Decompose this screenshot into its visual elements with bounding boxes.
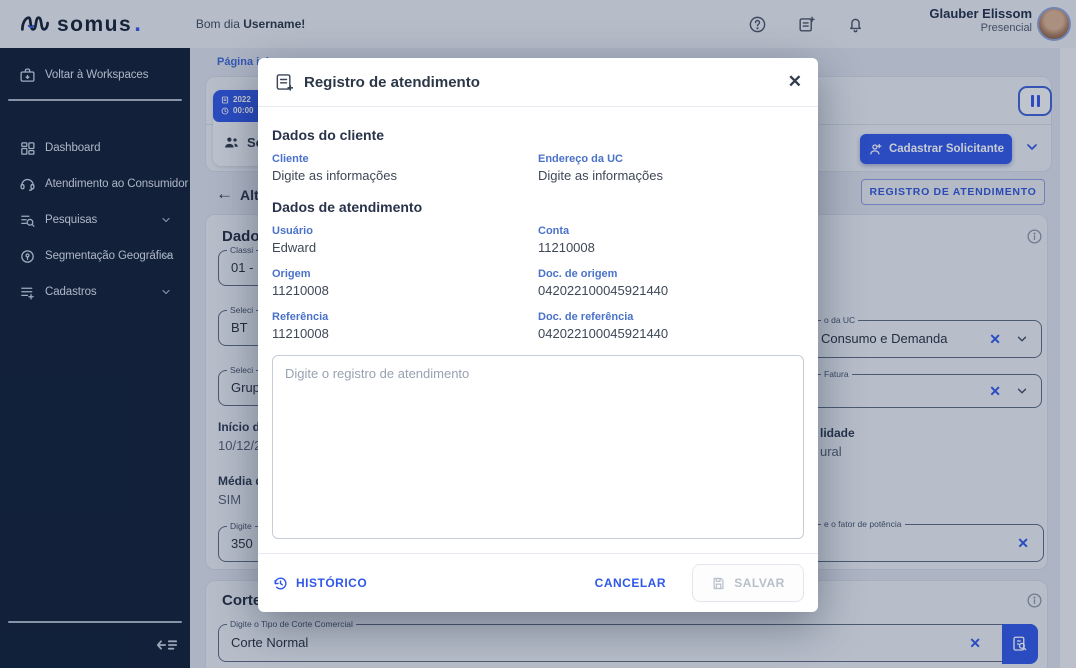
field-doc-origem: Doc. de origem 042022100045921440: [538, 268, 669, 298]
field-endereco-uc: Endereço da UC Digite as informações: [538, 153, 663, 183]
field-origem: Origem 11210008: [272, 268, 329, 298]
salvar-button[interactable]: SALVAR: [692, 564, 804, 602]
field-conta: Conta 11210008: [538, 225, 595, 255]
historico-label: HISTÓRICO: [296, 576, 368, 590]
field-cliente: Cliente Digite as informações: [272, 153, 397, 183]
registro-atendimento-modal: Registro de atendimento ✕ Dados do clien…: [258, 58, 818, 612]
cancelar-button[interactable]: CANCELAR: [595, 576, 666, 590]
registro-textarea[interactable]: [272, 355, 804, 539]
modal-body: Dados do cliente Cliente Digite as infor…: [258, 107, 818, 553]
field-referencia: Referência 11210008: [272, 311, 329, 341]
app-window: somus. Bom dia Username! Glauber Elissom…: [0, 0, 1076, 668]
field-usuario: Usuário Edward: [272, 225, 317, 255]
modal-footer: HISTÓRICO CANCELAR SALVAR: [258, 553, 818, 612]
section-title-atendimento: Dados de atendimento: [272, 199, 423, 215]
modal-header: Registro de atendimento ✕: [258, 58, 818, 107]
history-icon: [274, 577, 287, 589]
field-doc-referencia: Doc. de referência 042022100045921440: [538, 311, 669, 341]
note-add-icon: [276, 74, 294, 91]
close-icon[interactable]: ✕: [788, 72, 802, 92]
modal-title: Registro de atendimento: [304, 73, 480, 91]
salvar-label: SALVAR: [734, 576, 785, 590]
section-title-cliente: Dados do cliente: [272, 127, 385, 143]
save-icon: [713, 577, 724, 589]
historico-button[interactable]: HISTÓRICO: [272, 575, 367, 592]
